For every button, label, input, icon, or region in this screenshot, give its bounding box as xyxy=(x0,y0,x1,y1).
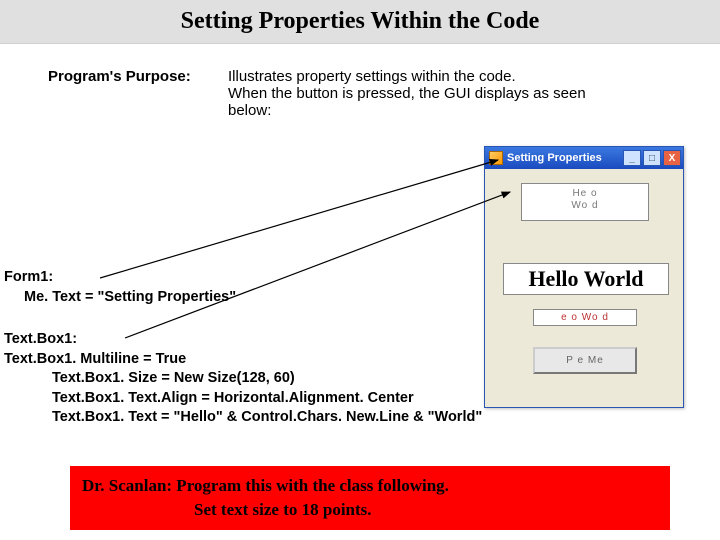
textbox-small[interactable]: e o Wo d xyxy=(533,309,637,326)
mock-window: Setting Properties _ □ X He o Wo d Hello… xyxy=(484,146,684,408)
minimize-button[interactable]: _ xyxy=(623,150,641,166)
code-form1-line1: Me. Text = "Setting Properties" xyxy=(24,288,236,308)
purpose-line-3: below: xyxy=(228,102,608,119)
code-tb-head: Text.Box1: xyxy=(4,330,564,350)
code-form1: Form1: Me. Text = "Setting Properties" xyxy=(4,268,236,307)
window-buttons: _ □ X xyxy=(623,150,681,166)
purpose-label: Program's Purpose: xyxy=(48,68,228,119)
instruction-line-2: Set text size to 18 points. xyxy=(194,498,658,522)
mock-titlebar: Setting Properties _ □ X xyxy=(485,147,683,169)
purpose-text: Illustrates property settings within the… xyxy=(228,68,608,119)
code-tb-l4: Text.Box1. Text = "Hello" & Control.Char… xyxy=(52,408,564,428)
purpose-row: Program's Purpose: Illustrates property … xyxy=(48,68,608,119)
close-button[interactable]: X xyxy=(663,150,681,166)
textbox-multiline-l2: Wo d xyxy=(522,200,648,212)
code-form1-head: Form1: xyxy=(4,268,236,288)
textbox-multiline[interactable]: He o Wo d xyxy=(521,183,649,221)
code-textbox1: Text.Box1: Text.Box1. Multiline = True T… xyxy=(4,330,564,428)
maximize-button[interactable]: □ xyxy=(643,150,661,166)
label-hello-world: Hello World xyxy=(503,263,669,295)
mock-title: Setting Properties xyxy=(507,152,623,164)
instruction-box: Dr. Scanlan: Program this with the class… xyxy=(70,466,670,530)
press-me-button[interactable]: P e Me xyxy=(533,347,637,374)
purpose-line-1: Illustrates property settings within the… xyxy=(228,68,608,85)
code-tb-l1: Text.Box1. Multiline = True xyxy=(4,350,564,370)
mock-body: He o Wo d Hello World e o Wo d P e Me xyxy=(485,169,683,407)
purpose-line-2: When the button is pressed, the GUI disp… xyxy=(228,85,608,102)
form-icon xyxy=(489,151,503,165)
instruction-line-1: Dr. Scanlan: Program this with the class… xyxy=(82,474,658,498)
textbox-multiline-l1: He o xyxy=(522,188,648,200)
slide-title: Setting Properties Within the Code xyxy=(0,0,720,44)
